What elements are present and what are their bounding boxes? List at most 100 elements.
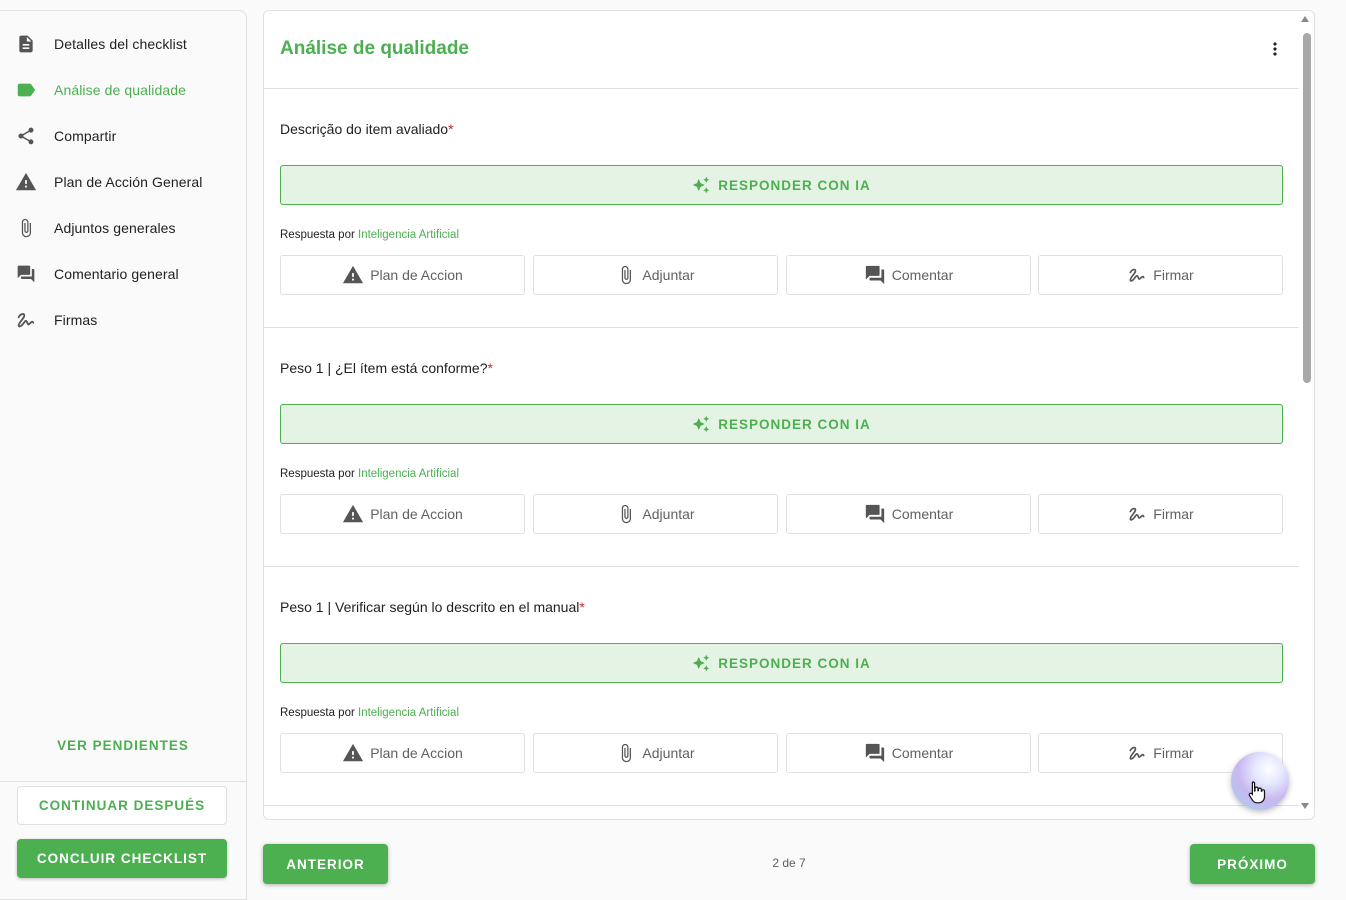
comentar-button[interactable]: Comentar <box>786 494 1031 534</box>
response-ai: Inteligencia Artificial <box>358 229 459 241</box>
assistant-bubble-button[interactable] <box>1231 752 1289 810</box>
adjuntar-button[interactable]: Adjuntar <box>533 494 778 534</box>
question-text: Peso 1 | ¿El ítem está conforme? <box>280 360 488 376</box>
adjuntar-button[interactable]: Adjuntar <box>533 255 778 295</box>
page-indicator: 2 de 7 <box>772 856 806 870</box>
warning-icon <box>343 504 364 523</box>
plan-accion-button[interactable]: Plan de Accion <box>280 255 525 295</box>
action-label: Comentar <box>891 745 954 761</box>
firmar-button[interactable]: Firmar <box>1038 494 1283 534</box>
response-source: Respuesta por Inteligencia Artificial <box>280 468 459 480</box>
sidebar-item-label: Plan de Acción General <box>54 174 203 190</box>
paperclip-icon <box>622 265 632 285</box>
signature-icon <box>1129 746 1145 760</box>
sidebar-item-detalles[interactable]: Detalles del checklist <box>0 24 246 64</box>
question-label: Peso 1 | ¿El ítem está conforme?* <box>280 360 493 376</box>
action-label: Plan de Accion <box>370 267 463 283</box>
checklist-section-card: Análise de qualidade Descrição do item a… <box>263 10 1315 820</box>
section-title: Análise de qualidade <box>280 38 469 59</box>
question-label: Descrição do item avaliado* <box>280 121 454 137</box>
sidebar-item-label: Análise de qualidade <box>54 82 186 98</box>
sidebar-divider <box>0 781 246 782</box>
response-source: Respuesta por Inteligencia Artificial <box>280 707 459 719</box>
divider <box>264 327 1299 328</box>
sidebar-item-analise[interactable]: Análise de qualidade <box>0 70 246 110</box>
plan-accion-button[interactable]: Plan de Accion <box>280 494 525 534</box>
scrollbar-thumb[interactable] <box>1303 33 1311 383</box>
paperclip-icon <box>14 216 38 240</box>
sidebar-item-comentario[interactable]: Comentario general <box>0 254 246 294</box>
comment-icon <box>865 265 884 285</box>
sidebar-item-firmas[interactable]: Firmas <box>0 300 246 340</box>
comment-icon <box>865 743 884 763</box>
sidebar-item-plan-accion[interactable]: Plan de Acción General <box>0 162 246 202</box>
share-icon <box>14 124 38 148</box>
comentar-button[interactable]: Comentar <box>786 733 1031 773</box>
anterior-button[interactable]: ANTERIOR <box>263 844 388 884</box>
response-prefix: Respuesta por <box>280 468 355 480</box>
sidebar-item-adjuntos[interactable]: Adjuntos generales <box>0 208 246 248</box>
required-mark: * <box>448 121 454 137</box>
signature-icon <box>1129 507 1145 521</box>
action-label: Plan de Accion <box>370 745 463 761</box>
question-text: Descrição do item avaliado <box>280 121 449 137</box>
ai-sparkle-icon <box>692 654 710 672</box>
action-label: Firmar <box>1153 745 1194 761</box>
required-mark: * <box>579 599 585 615</box>
comment-icon <box>14 262 38 286</box>
warning-icon <box>343 743 364 762</box>
plan-accion-button[interactable]: Plan de Accion <box>280 733 525 773</box>
adjuntar-button[interactable]: Adjuntar <box>533 733 778 773</box>
scroll-down-arrow-icon[interactable] <box>1301 803 1309 809</box>
action-label: Adjuntar <box>642 745 695 761</box>
proximo-button[interactable]: PRÓXIMO <box>1190 844 1315 884</box>
ia-button-label: RESPONDER CON IA <box>718 416 871 432</box>
ia-button-label: RESPONDER CON IA <box>718 177 871 193</box>
sidebar-item-label: Adjuntos generales <box>54 220 176 236</box>
warning-icon <box>14 170 38 194</box>
action-label: Firmar <box>1153 506 1194 522</box>
ia-button-label: RESPONDER CON IA <box>718 655 871 671</box>
sidebar-item-label: Firmas <box>54 312 98 328</box>
response-ai: Inteligencia Artificial <box>358 468 459 480</box>
response-source: Respuesta por Inteligencia Artificial <box>280 229 459 241</box>
response-prefix: Respuesta por <box>280 229 355 241</box>
paperclip-icon <box>622 743 632 763</box>
divider <box>264 805 1299 806</box>
divider <box>264 566 1299 567</box>
sidebar-item-label: Detalles del checklist <box>54 36 187 52</box>
signature-icon <box>1129 268 1145 282</box>
ai-sparkle-icon <box>692 415 710 433</box>
sidebar-item-label: Compartir <box>54 128 117 144</box>
responder-con-ia-button[interactable]: RESPONDER CON IA <box>280 404 1283 444</box>
paperclip-icon <box>622 504 632 524</box>
responder-con-ia-button[interactable]: RESPONDER CON IA <box>280 165 1283 205</box>
response-ai: Inteligencia Artificial <box>358 707 459 719</box>
divider <box>264 88 1299 89</box>
question-text: Peso 1 | Verificar según lo descrito en … <box>280 599 580 615</box>
warning-icon <box>343 265 364 284</box>
document-icon <box>14 32 38 56</box>
sidebar-item-compartir[interactable]: Compartir <box>0 116 246 156</box>
ai-sparkle-icon <box>692 176 710 194</box>
action-label: Adjuntar <box>642 506 695 522</box>
response-prefix: Respuesta por <box>280 707 355 719</box>
continuar-despues-button[interactable]: CONTINUAR DESPUÉS <box>17 786 227 825</box>
firmar-button[interactable]: Firmar <box>1038 255 1283 295</box>
responder-con-ia-button[interactable]: RESPONDER CON IA <box>280 643 1283 683</box>
question-label: Peso 1 | Verificar según lo descrito en … <box>280 599 585 615</box>
action-label: Comentar <box>891 267 954 283</box>
signature-icon <box>14 308 38 332</box>
required-mark: * <box>487 360 493 376</box>
action-label: Plan de Accion <box>370 506 463 522</box>
comentar-button[interactable]: Comentar <box>786 255 1031 295</box>
hand-cursor-icon <box>1248 781 1266 804</box>
comment-icon <box>865 504 884 524</box>
more-options-icon[interactable] <box>1264 37 1286 61</box>
label-tag-icon <box>14 78 38 102</box>
sidebar-item-label: Comentario general <box>54 266 179 282</box>
ver-pendientes-link[interactable]: VER PENDIENTES <box>0 738 246 753</box>
concluir-checklist-button[interactable]: CONCLUIR CHECKLIST <box>17 839 227 878</box>
sidebar: Detalles del checklist Análise de qualid… <box>0 10 247 900</box>
scroll-up-arrow-icon[interactable] <box>1301 16 1309 22</box>
